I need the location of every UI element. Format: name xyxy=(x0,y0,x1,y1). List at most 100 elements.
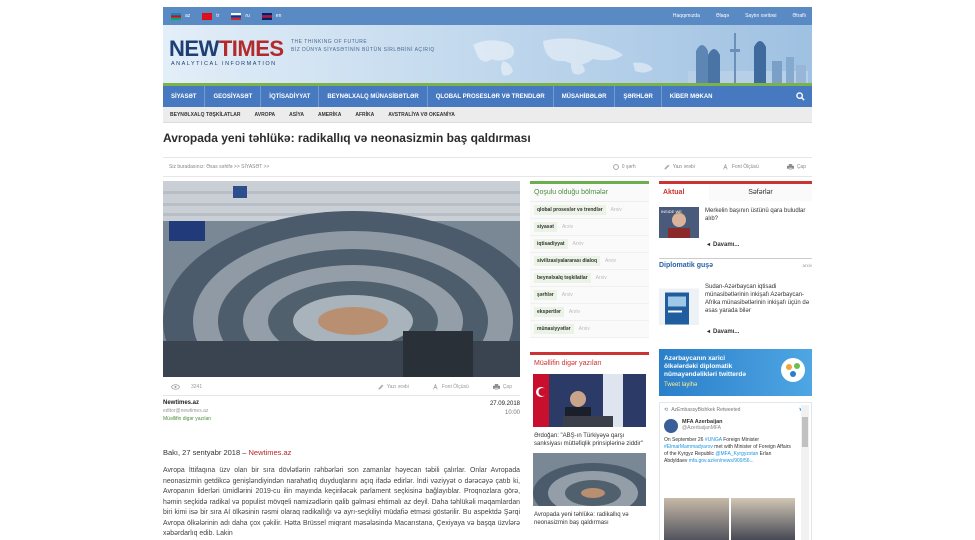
related-tag-archive[interactable]: Arxiv xyxy=(611,207,622,213)
top-bar: az tr ru en Haqqımızda Əlaqə Saytın xəritə… xyxy=(163,7,812,25)
related-tag-archive[interactable]: Arxiv xyxy=(605,258,616,264)
tweet-author[interactable]: MFA Azerbaijan @AzerbaijanMFA xyxy=(664,419,795,433)
related-tag[interactable]: münasiyyətlər xyxy=(534,324,574,334)
top-links: Haqqımızda Əlaqə Saytın xəritəsi Ətraflı xyxy=(673,13,806,19)
related-tag-row: münasiyyətlər Arxiv xyxy=(530,321,649,338)
subnav-item[interactable]: AVSTRALİYA VƏ OKEANİYA xyxy=(388,112,455,118)
article-source: Newtimes.az editor@newtimes.az Müəllifin… xyxy=(163,400,520,422)
photo-print-tool[interactable]: Çap xyxy=(492,384,512,390)
scrollbar-thumb[interactable] xyxy=(802,417,808,447)
author-post-thumb-1[interactable] xyxy=(533,374,646,427)
subnav-item[interactable]: BEYNƏLXALQ TƏŞKİLATLAR xyxy=(170,112,241,118)
author-post-caption-1[interactable]: Ərdoğan: "ABŞ-ın Türkiyəyə qarşı sanksiy… xyxy=(530,429,649,451)
related-tag-row: şərhlər Arxiv xyxy=(530,287,649,304)
related-tag[interactable]: siyasət xyxy=(534,222,557,232)
top-news-item[interactable]: INSIDE WE Merkelin başının üstünü qara b… xyxy=(659,201,812,238)
photo-font-size-tool[interactable]: Font Ölçüsü xyxy=(433,383,469,390)
diplomatic-more-link[interactable]: ◂ Davamı... xyxy=(707,328,812,336)
tweet-hashtag[interactable]: #ElmarMammadyarov xyxy=(664,444,713,450)
right-sidebar: Aktual Səfərlər INSIDE WE Merkelin başın… xyxy=(659,181,812,540)
nav-item[interactable]: GEOSİYASƏT xyxy=(204,86,260,107)
top-news-more-link[interactable]: ◂ Davamı... xyxy=(707,241,812,249)
related-sections-title: Qoşulu olduğu bölmələr xyxy=(530,184,649,202)
tagline: THE THINKING OF FUTURE BİZ DÜNYA SİYASƏT… xyxy=(291,38,435,54)
dateline-source-link[interactable]: Newtimes.az xyxy=(248,448,291,457)
related-tag[interactable]: iqtisadiyyat xyxy=(534,239,568,249)
related-tag[interactable]: qlobal proseslər və trendlər xyxy=(534,205,606,215)
related-tag-archive[interactable]: Arxiv xyxy=(569,309,580,315)
diplomatic-corner-title[interactable]: Diplomatik guşə xyxy=(659,262,713,269)
search-button[interactable] xyxy=(788,86,812,107)
related-tag-archive[interactable]: Arxiv xyxy=(573,241,584,247)
tab-visits[interactable]: Səfərlər xyxy=(709,184,812,201)
language-ru[interactable]: ru xyxy=(231,12,250,20)
tweet-photos[interactable] xyxy=(664,498,795,540)
baku-skyline-graphic xyxy=(688,33,808,83)
tweet-link[interactable]: mfa.gov.az/en/news/909/56... xyxy=(689,458,754,464)
related-tag[interactable]: sivilizasiyalararası dialoq xyxy=(534,256,601,266)
nav-item[interactable]: BEYNƏLXALQ MÜNASİBƏTLƏR xyxy=(318,86,426,107)
nav-item[interactable]: İQTİSADİYYAT xyxy=(260,86,318,107)
breadcrumb[interactable]: Siz buradasınız: Əsas səhifə >> SİYASƏT … xyxy=(169,164,269,170)
widget-scrollbar[interactable] xyxy=(801,405,809,540)
top-link[interactable]: Əlaqə xyxy=(716,13,729,19)
author-post-thumb-2[interactable] xyxy=(533,453,646,506)
parliament-thumb xyxy=(533,453,646,506)
photo-text-direction-tool[interactable]: Yazı ərəbi xyxy=(378,384,409,390)
subnav-item[interactable]: ASİYA xyxy=(289,112,304,118)
subnav-item[interactable]: AFRİKA xyxy=(355,112,374,118)
related-tag-row: sivilizasiyalararası dialoq Arxiv xyxy=(530,253,649,270)
twitter-widget: ⟲ AzEmbassyBishkek Retweeted MFA Azerbaij… xyxy=(659,402,812,540)
related-tag-archive[interactable]: Arxiv xyxy=(596,275,607,281)
related-tag-archive[interactable]: Arxiv xyxy=(579,326,590,332)
views-counter: 3241 xyxy=(171,384,202,390)
erdogan-photo xyxy=(533,374,646,427)
related-tag-row: qlobal proseslər və trendlər Arxiv xyxy=(530,202,649,219)
related-tag[interactable]: ekspertlər xyxy=(534,307,564,317)
subnav-item[interactable]: AVROPA xyxy=(255,112,276,118)
top-link[interactable]: Saytın xəritəsi xyxy=(745,13,776,19)
comments-count[interactable]: 0 şərh xyxy=(612,164,636,170)
tagline-line-1: THE THINKING OF FUTURE xyxy=(291,39,368,45)
top-link[interactable]: Haqqımızda xyxy=(673,13,700,19)
nav-item[interactable]: ŞƏRHLƏR xyxy=(614,86,660,107)
tweet-hashtag[interactable]: #UNGA xyxy=(705,437,722,443)
language-az[interactable]: az xyxy=(171,12,190,20)
logo-part-new: NEW xyxy=(169,36,219,61)
source-email[interactable]: editor@newtimes.az xyxy=(163,408,520,414)
font-size-icon xyxy=(723,164,728,170)
font-size-tool[interactable]: Font Ölçüsü xyxy=(723,164,759,170)
print-tool[interactable]: Çap xyxy=(786,164,806,170)
photo-toolbar: 3241 Yazı ərəbi Font Ölçüsü Çap xyxy=(163,378,520,396)
diplomatic-archive-link[interactable]: arxiv xyxy=(802,263,812,268)
related-tag-archive[interactable]: Arxiv xyxy=(562,224,573,230)
photo-font-size-label: Font Ölçüsü xyxy=(441,383,469,390)
top-news-title: Merkelin başının üstünü qara buludlar al… xyxy=(705,208,806,222)
related-tag-archive[interactable]: Arxiv xyxy=(562,292,573,298)
tweet-text-part: Foreign Minister xyxy=(721,437,760,443)
pen-icon xyxy=(664,164,670,170)
author-post-caption-2[interactable]: Avropada yeni təhlükə: radikallıq və neo… xyxy=(530,508,649,530)
text-direction-tool[interactable]: Yazı ərəbi xyxy=(664,164,695,170)
tab-actual[interactable]: Aktual xyxy=(659,184,709,201)
site-logo[interactable]: NEWTIMES xyxy=(169,36,284,62)
related-tag[interactable]: şərhlər xyxy=(534,290,557,300)
breadcrumb-bar: Siz buradasınız: Əsas səhifə >> SİYASƏT … xyxy=(163,157,812,177)
diplomatic-news-item[interactable]: Sudan-Azərbaycan iqtisadi münasibətlərin… xyxy=(659,269,812,325)
nav-item[interactable]: SİYASƏT xyxy=(163,86,204,107)
related-tag[interactable]: beynəlxalq təşkilatlar xyxy=(534,273,591,283)
subnav-item[interactable]: AMERİKA xyxy=(318,112,341,118)
source-name[interactable]: Newtimes.az xyxy=(163,400,520,406)
language-tr[interactable]: tr xyxy=(202,12,219,20)
nav-item[interactable]: KİBER MƏKAN xyxy=(660,86,721,107)
tweet-mention[interactable]: @MFA_Kyrgyzstan xyxy=(715,451,758,457)
language-en[interactable]: en xyxy=(261,12,282,20)
nav-item[interactable]: QLOBAL PROSESLƏR VƏ TRENDLƏR xyxy=(426,86,553,107)
related-tag-row: beynəlxalq təşkilatlar Arxiv xyxy=(530,270,649,287)
twitter-embassies-banner[interactable]: Azərbaycanın xarici ölkələrdəki diplomat… xyxy=(659,349,812,396)
nav-item[interactable]: MÜSAHİBƏLƏR xyxy=(552,86,615,107)
tagline-line-2: BİZ DÜNYA SİYASƏTİNİN BÜTÜN SİRLƏRİNİ AÇ… xyxy=(291,47,435,53)
language-code: en xyxy=(275,13,282,19)
author-other-posts-link[interactable]: Müəllifin digər yazıları xyxy=(163,416,520,422)
top-link[interactable]: Ətraflı xyxy=(793,13,807,19)
